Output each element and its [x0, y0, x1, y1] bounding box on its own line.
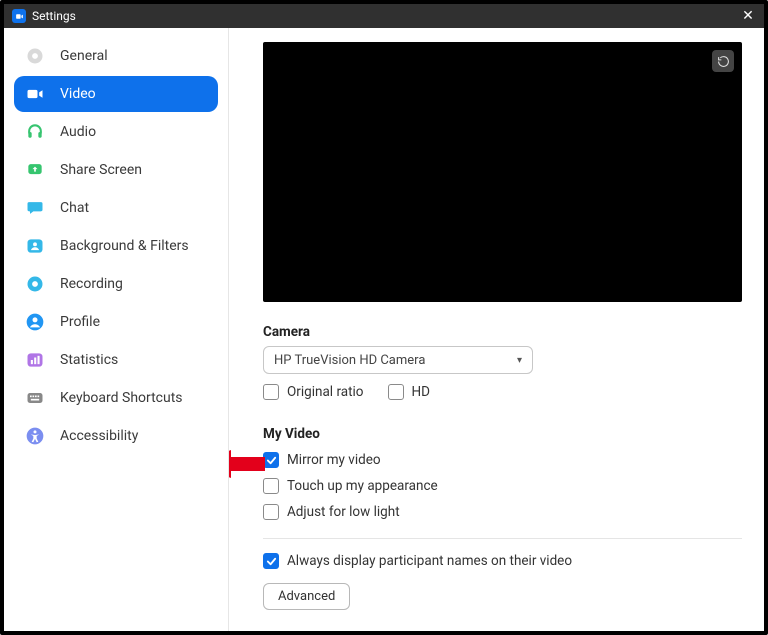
sidebar-item-label: Background & Filters [60, 238, 189, 254]
sidebar-item-general[interactable]: General [14, 38, 218, 74]
checkbox-touch-up[interactable] [263, 478, 279, 494]
profile-icon [24, 311, 46, 333]
statistics-icon [24, 349, 46, 371]
sidebar-item-audio[interactable]: Audio [14, 114, 218, 150]
keyboard-icon [24, 387, 46, 409]
advanced-button[interactable]: Advanced [263, 583, 350, 610]
annotation-arrow-icon [229, 446, 265, 482]
headphone-icon [24, 121, 46, 143]
sidebar-item-keyboard-shortcuts[interactable]: Keyboard Shortcuts [14, 380, 218, 416]
camera-select[interactable]: HP TrueVision HD Camera ▾ [263, 346, 533, 374]
label-hd: HD [412, 384, 431, 400]
sidebar-item-label: Share Screen [60, 162, 142, 178]
sidebar-item-label: Keyboard Shortcuts [60, 390, 183, 406]
sidebar-item-label: Recording [60, 276, 123, 292]
sidebar-item-recording[interactable]: Recording [14, 266, 218, 302]
sidebar-item-label: Profile [60, 314, 100, 330]
sidebar: General Video Audio Share Screen [4, 28, 229, 631]
my-video-heading: My Video [263, 426, 742, 442]
checkbox-low-light[interactable] [263, 504, 279, 520]
sidebar-item-background-filters[interactable]: Background & Filters [14, 228, 218, 264]
checkbox-hd[interactable] [388, 384, 404, 400]
share-screen-icon [24, 159, 46, 181]
label-mirror-my-video: Mirror my video [287, 452, 381, 468]
close-icon[interactable]: ✕ [740, 8, 756, 24]
sidebar-item-label: General [60, 48, 108, 64]
background-icon [24, 235, 46, 257]
sidebar-item-label: Audio [60, 124, 96, 140]
settings-panel-video: Camera HP TrueVision HD Camera ▾ Origina… [229, 28, 764, 631]
sidebar-item-label: Chat [60, 200, 89, 216]
video-icon [24, 83, 46, 105]
app-icon [12, 9, 26, 23]
chevron-down-icon: ▾ [517, 355, 522, 366]
label-low-light: Adjust for low light [287, 504, 400, 520]
accessibility-icon [24, 425, 46, 447]
sidebar-item-label: Accessibility [60, 428, 138, 444]
chat-icon [24, 197, 46, 219]
label-original-ratio: Original ratio [287, 384, 364, 400]
camera-select-value: HP TrueVision HD Camera [274, 353, 425, 368]
rotate-icon[interactable] [712, 50, 734, 72]
recording-icon [24, 273, 46, 295]
sidebar-item-label: Statistics [60, 352, 118, 368]
sidebar-item-video[interactable]: Video [14, 76, 218, 112]
sidebar-item-statistics[interactable]: Statistics [14, 342, 218, 378]
window-title: Settings [32, 9, 76, 23]
gear-icon [24, 45, 46, 67]
sidebar-item-chat[interactable]: Chat [14, 190, 218, 226]
label-touch-up: Touch up my appearance [287, 478, 438, 494]
checkbox-always-display-names[interactable] [263, 553, 279, 569]
sidebar-item-accessibility[interactable]: Accessibility [14, 418, 218, 454]
divider [263, 538, 742, 539]
titlebar: Settings ✕ [4, 4, 764, 28]
label-always-display-names: Always display participant names on thei… [287, 553, 572, 569]
checkbox-original-ratio[interactable] [263, 384, 279, 400]
sidebar-item-label: Video [60, 86, 96, 102]
camera-heading: Camera [263, 324, 742, 340]
sidebar-item-profile[interactable]: Profile [14, 304, 218, 340]
video-preview [263, 42, 742, 302]
checkbox-mirror-my-video[interactable] [263, 452, 279, 468]
sidebar-item-share-screen[interactable]: Share Screen [14, 152, 218, 188]
